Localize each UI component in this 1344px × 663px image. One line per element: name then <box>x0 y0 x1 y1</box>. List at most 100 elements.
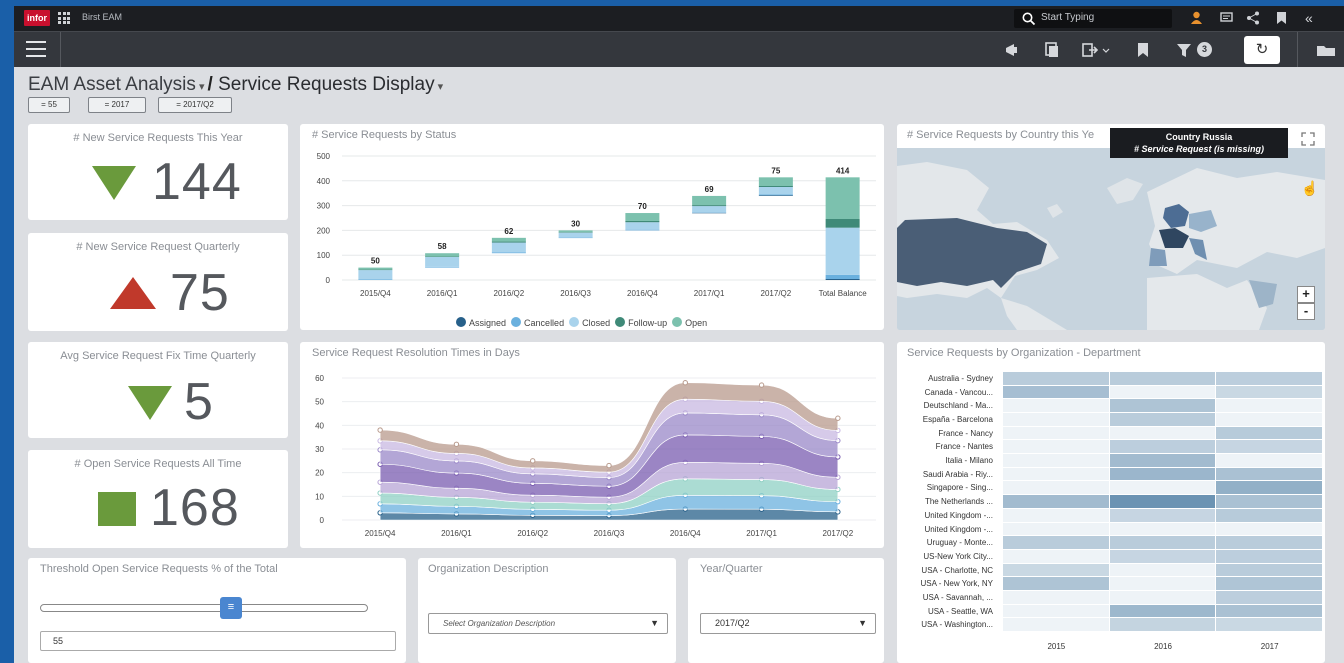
heatmap-cell[interactable] <box>1109 467 1216 481</box>
bar-segment <box>825 279 860 280</box>
filter-chip[interactable]: = 2017/Q2 <box>158 97 232 113</box>
heatmap-cell[interactable] <box>1216 549 1322 563</box>
heatmap-cell[interactable] <box>1216 454 1322 467</box>
title-workspace[interactable]: EAM Asset Analysis <box>28 74 196 95</box>
year-quarter-select[interactable]: 2017/Q2 ▼ <box>700 613 876 634</box>
heatmap-cell[interactable] <box>1109 385 1216 399</box>
divider <box>60 32 61 67</box>
heatmap-cell[interactable] <box>1003 481 1109 495</box>
heatmap-cell[interactable] <box>1109 481 1216 495</box>
heatmap-cell[interactable] <box>1216 604 1322 618</box>
message-icon[interactable] <box>1220 12 1233 24</box>
heatmap-cell[interactable] <box>1216 440 1322 454</box>
heatmap-cell[interactable] <box>1003 563 1109 577</box>
slider-handle[interactable]: ≡ <box>220 597 242 619</box>
heatmap-cell[interactable] <box>1109 604 1216 618</box>
refresh-button[interactable]: ↻ <box>1244 36 1280 64</box>
share-icon[interactable] <box>1246 11 1260 25</box>
zoom-out-button[interactable]: - <box>1297 303 1315 320</box>
heatmap-cell[interactable] <box>1003 440 1109 454</box>
heatmap-cell[interactable] <box>1216 467 1322 481</box>
search-box[interactable]: Start Typing <box>1014 9 1172 28</box>
heatmap-cell[interactable] <box>1216 563 1322 577</box>
menu-icon[interactable] <box>26 41 46 57</box>
x-tick-label: Total Balance <box>819 289 868 298</box>
heatmap-cell[interactable] <box>1109 399 1216 413</box>
heatmap-cell[interactable] <box>1003 536 1109 549</box>
legend-item[interactable]: Assigned <box>456 317 506 328</box>
heatmap-cell[interactable] <box>1109 440 1216 454</box>
heatmap-cell[interactable] <box>1216 590 1322 604</box>
folder-icon[interactable] <box>1316 43 1336 57</box>
bookmark-toolbar-icon[interactable] <box>1137 42 1149 58</box>
org-select[interactable]: Select Organization Description ▼ <box>428 613 668 634</box>
heatmap-cell[interactable] <box>1109 454 1216 467</box>
heatmap-cell[interactable] <box>1216 522 1322 536</box>
export-icon[interactable] <box>1082 42 1110 58</box>
heatmap-cell[interactable] <box>1216 426 1322 440</box>
bookmark-icon[interactable] <box>1276 11 1287 25</box>
legend-item[interactable]: Follow-up <box>615 317 667 328</box>
filter-chip[interactable]: = 2017 <box>88 97 146 113</box>
heatmap-cell[interactable] <box>1109 536 1216 549</box>
collapse-icon[interactable]: « <box>1305 11 1313 25</box>
legend-item[interactable]: Closed <box>569 317 610 328</box>
heatmap-cell[interactable] <box>1109 563 1216 577</box>
zoom-in-button[interactable]: + <box>1297 286 1315 303</box>
heatmap-cell[interactable] <box>1003 426 1109 440</box>
heatmap-cell[interactable] <box>1003 372 1109 385</box>
legend-item[interactable]: Cancelled <box>511 317 564 328</box>
heatmap-cell[interactable] <box>1003 467 1109 481</box>
legend-item[interactable]: Open <box>672 317 707 328</box>
heatmap-cell[interactable] <box>1109 372 1216 385</box>
heatmap-cell[interactable] <box>1216 495 1322 508</box>
heatmap-cell[interactable] <box>1216 372 1322 385</box>
app-grid-icon[interactable] <box>58 12 70 24</box>
heatmap-cell[interactable] <box>1003 618 1109 631</box>
heatmap-cell[interactable] <box>1109 590 1216 604</box>
threshold-slider[interactable] <box>40 604 368 612</box>
heatmap-cell[interactable] <box>1003 590 1109 604</box>
heatmap-cell[interactable] <box>1003 413 1109 426</box>
heatmap-cell[interactable] <box>1109 495 1216 508</box>
data-point <box>530 458 536 464</box>
heatmap-cell[interactable] <box>1216 413 1322 426</box>
heatmap-cell[interactable] <box>1109 522 1216 536</box>
heatmap-cell[interactable] <box>1003 577 1109 590</box>
heatmap-cell[interactable] <box>1216 577 1322 590</box>
world-map[interactable] <box>897 148 1325 330</box>
user-icon[interactable] <box>1190 11 1203 25</box>
heatmap-cell[interactable] <box>1003 508 1109 522</box>
heatmap-cell[interactable] <box>1003 549 1109 563</box>
heatmap-cell[interactable] <box>1109 413 1216 426</box>
copy-icon[interactable] <box>1045 42 1059 58</box>
heatmap-cell[interactable] <box>1003 454 1109 467</box>
heatmap-cell[interactable] <box>1109 426 1216 440</box>
heatmap-cell[interactable] <box>1216 508 1322 522</box>
heatmap-cell[interactable] <box>1216 481 1322 495</box>
announce-icon[interactable] <box>1004 42 1022 58</box>
heatmap-cell[interactable] <box>1216 536 1322 549</box>
heatmap-cell[interactable] <box>1109 508 1216 522</box>
heatmap-cell[interactable] <box>1003 385 1109 399</box>
heatmap-cell[interactable] <box>1003 399 1109 413</box>
y-tick-label: 40 <box>315 421 324 430</box>
filter-icon[interactable] <box>1176 42 1192 58</box>
search-input[interactable]: Start Typing <box>1041 12 1094 23</box>
heatmap-cell[interactable] <box>1216 618 1322 631</box>
heatmap-cell[interactable] <box>1109 549 1216 563</box>
x-tick-label: 2016/Q3 <box>594 529 625 538</box>
heatmap-cell[interactable] <box>1003 495 1109 508</box>
kpi-card-new-this-year: # New Service Requests This Year 144 <box>28 124 288 220</box>
filter-chip[interactable]: = 55 <box>28 97 70 113</box>
heatmap-cell[interactable] <box>1109 618 1216 631</box>
heatmap-cell[interactable] <box>1003 604 1109 618</box>
heatmap-cell[interactable] <box>1003 522 1109 536</box>
heatmap-cell[interactable] <box>1216 385 1322 399</box>
title-dashboard[interactable]: Service Requests Display <box>218 74 434 95</box>
heatmap-cell[interactable] <box>1216 399 1322 413</box>
threshold-input[interactable]: 55 <box>40 631 396 651</box>
expand-icon[interactable] <box>1301 132 1315 146</box>
bar-segment <box>558 232 593 233</box>
heatmap-cell[interactable] <box>1109 577 1216 590</box>
